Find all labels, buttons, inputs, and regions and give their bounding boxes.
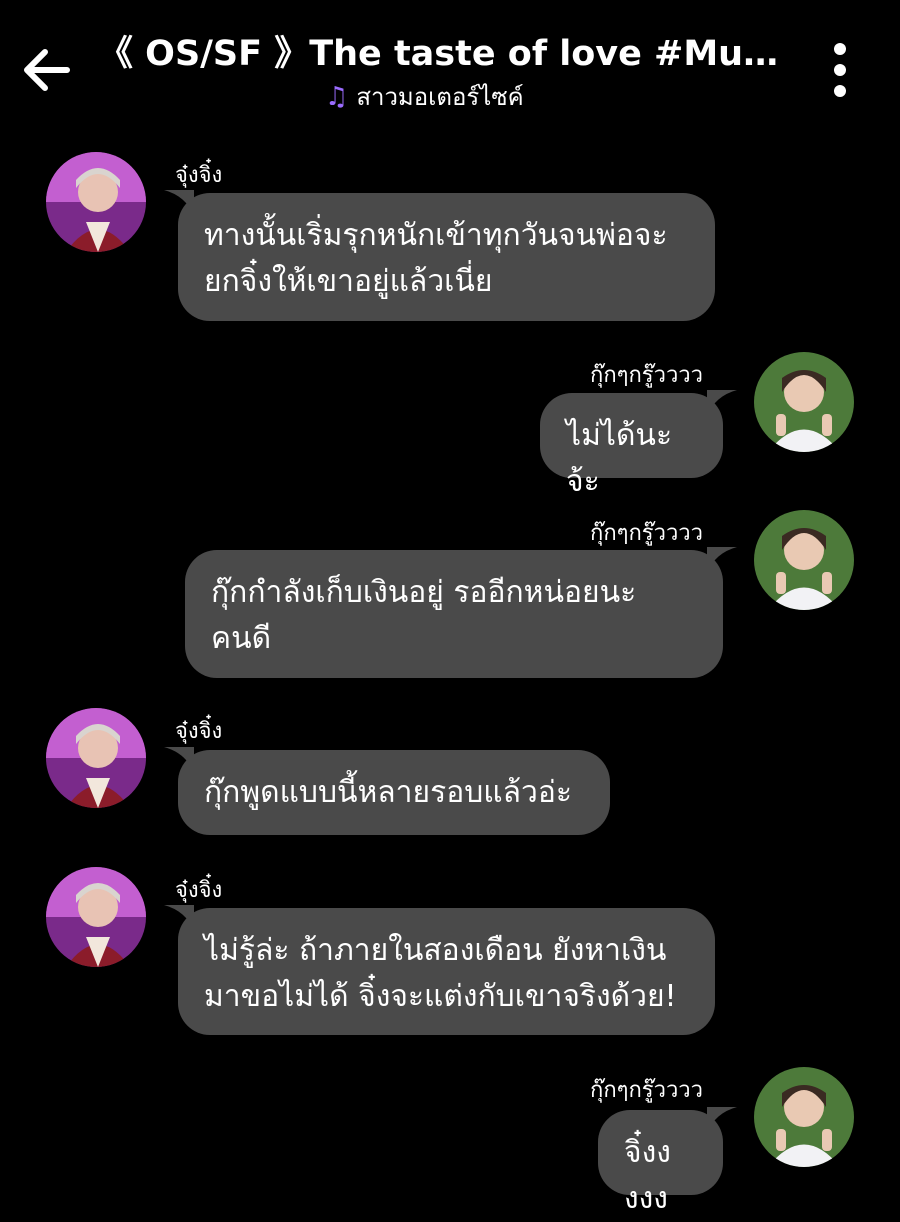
message-line: กุ๊กพูดแบบนี้หลายรอบแล้วอ่ะ bbox=[204, 775, 572, 810]
sender-name: กุ๊กๆกรู๊วววว bbox=[590, 1078, 704, 1103]
message-bubble[interactable]: จิ๋งงงงง bbox=[598, 1107, 737, 1216]
music-note-icon: ♫ bbox=[325, 82, 349, 112]
message-line: จิ๋งงงงง bbox=[624, 1135, 671, 1216]
sender-avatar-jimin[interactable] bbox=[46, 708, 146, 808]
message-bubble[interactable]: กุ๊กพูดแบบนี้หลายรอบแล้วอ่ะ bbox=[164, 747, 610, 835]
message-line: ยกจิ๋งให้เขาอยู่แล้วเนี่ย bbox=[204, 264, 493, 299]
sender-name: กุ๊กๆกรู๊วววว bbox=[590, 363, 704, 388]
bubble-tail bbox=[707, 1107, 737, 1133]
sender-name: กุ๊กๆกรู๊วววว bbox=[590, 521, 704, 546]
message-line: ไม่รู้ล่ะ ถ้าภายในสองเดือน ยังหาเงิน bbox=[204, 933, 667, 968]
bubble-tail bbox=[164, 190, 194, 216]
message-bubble[interactable]: กุ๊กกำลังเก็บเงินอยู่ รออีกหน่อยนะ คนดี bbox=[185, 547, 737, 678]
message-bubble[interactable]: ทางนั้นเริ่มรุกหนักเข้าทุกวันจนพ่อจะ ยกจ… bbox=[164, 190, 715, 321]
more-options-button[interactable] bbox=[818, 40, 862, 100]
more-vertical-icon bbox=[834, 43, 846, 97]
bubble-tail bbox=[164, 905, 194, 931]
sender-name: จุ๋งจิ๋ง bbox=[175, 163, 223, 188]
message-line: ทางนั้นเริ่มรุกหนักเข้าทุกวันจนพ่อจะ bbox=[204, 218, 668, 253]
sender-avatar-jimin[interactable] bbox=[46, 152, 146, 252]
sender-name: จุ๋งจิ๋ง bbox=[175, 878, 223, 903]
arrow-left-icon bbox=[24, 49, 70, 91]
message-bubble[interactable]: ไม่รู้ล่ะ ถ้าภายในสองเดือน ยังหาเงิน มาข… bbox=[164, 905, 715, 1035]
bubble-tail bbox=[707, 390, 737, 416]
message-line: ไม่ได้นะจ้ะ bbox=[566, 418, 673, 499]
sender-avatar-jungkook[interactable] bbox=[754, 1067, 854, 1167]
message-line: มาขอไม่ได้ จิ๋งจะแต่งกับเขาจริงด้วย! bbox=[204, 979, 677, 1014]
bubble-tail bbox=[707, 547, 737, 573]
chat-title: 《 OS/SF 》The taste of love #MusicLov... bbox=[98, 34, 788, 74]
chat-subtitle[interactable]: ♫ สาวมอเตอร์ไซค์ bbox=[325, 82, 524, 112]
sender-avatar-jimin[interactable] bbox=[46, 867, 146, 967]
subtitle-text: สาวมอเตอร์ไซค์ bbox=[356, 83, 524, 111]
sender-name: จุ๋งจิ๋ง bbox=[175, 719, 223, 744]
message-bubble[interactable]: ไม่ได้นะจ้ะ bbox=[540, 390, 737, 499]
back-button[interactable] bbox=[16, 40, 76, 100]
bubble-tail bbox=[164, 747, 194, 773]
chat-header: 《 OS/SF 》The taste of love #MusicLov... … bbox=[0, 0, 900, 135]
message-line: กุ๊กกำลังเก็บเงินอยู่ รออีกหน่อยนะ bbox=[211, 575, 637, 610]
sender-avatar-jungkook[interactable] bbox=[754, 510, 854, 610]
message-line: คนดี bbox=[211, 621, 272, 656]
sender-avatar-jungkook[interactable] bbox=[754, 352, 854, 452]
